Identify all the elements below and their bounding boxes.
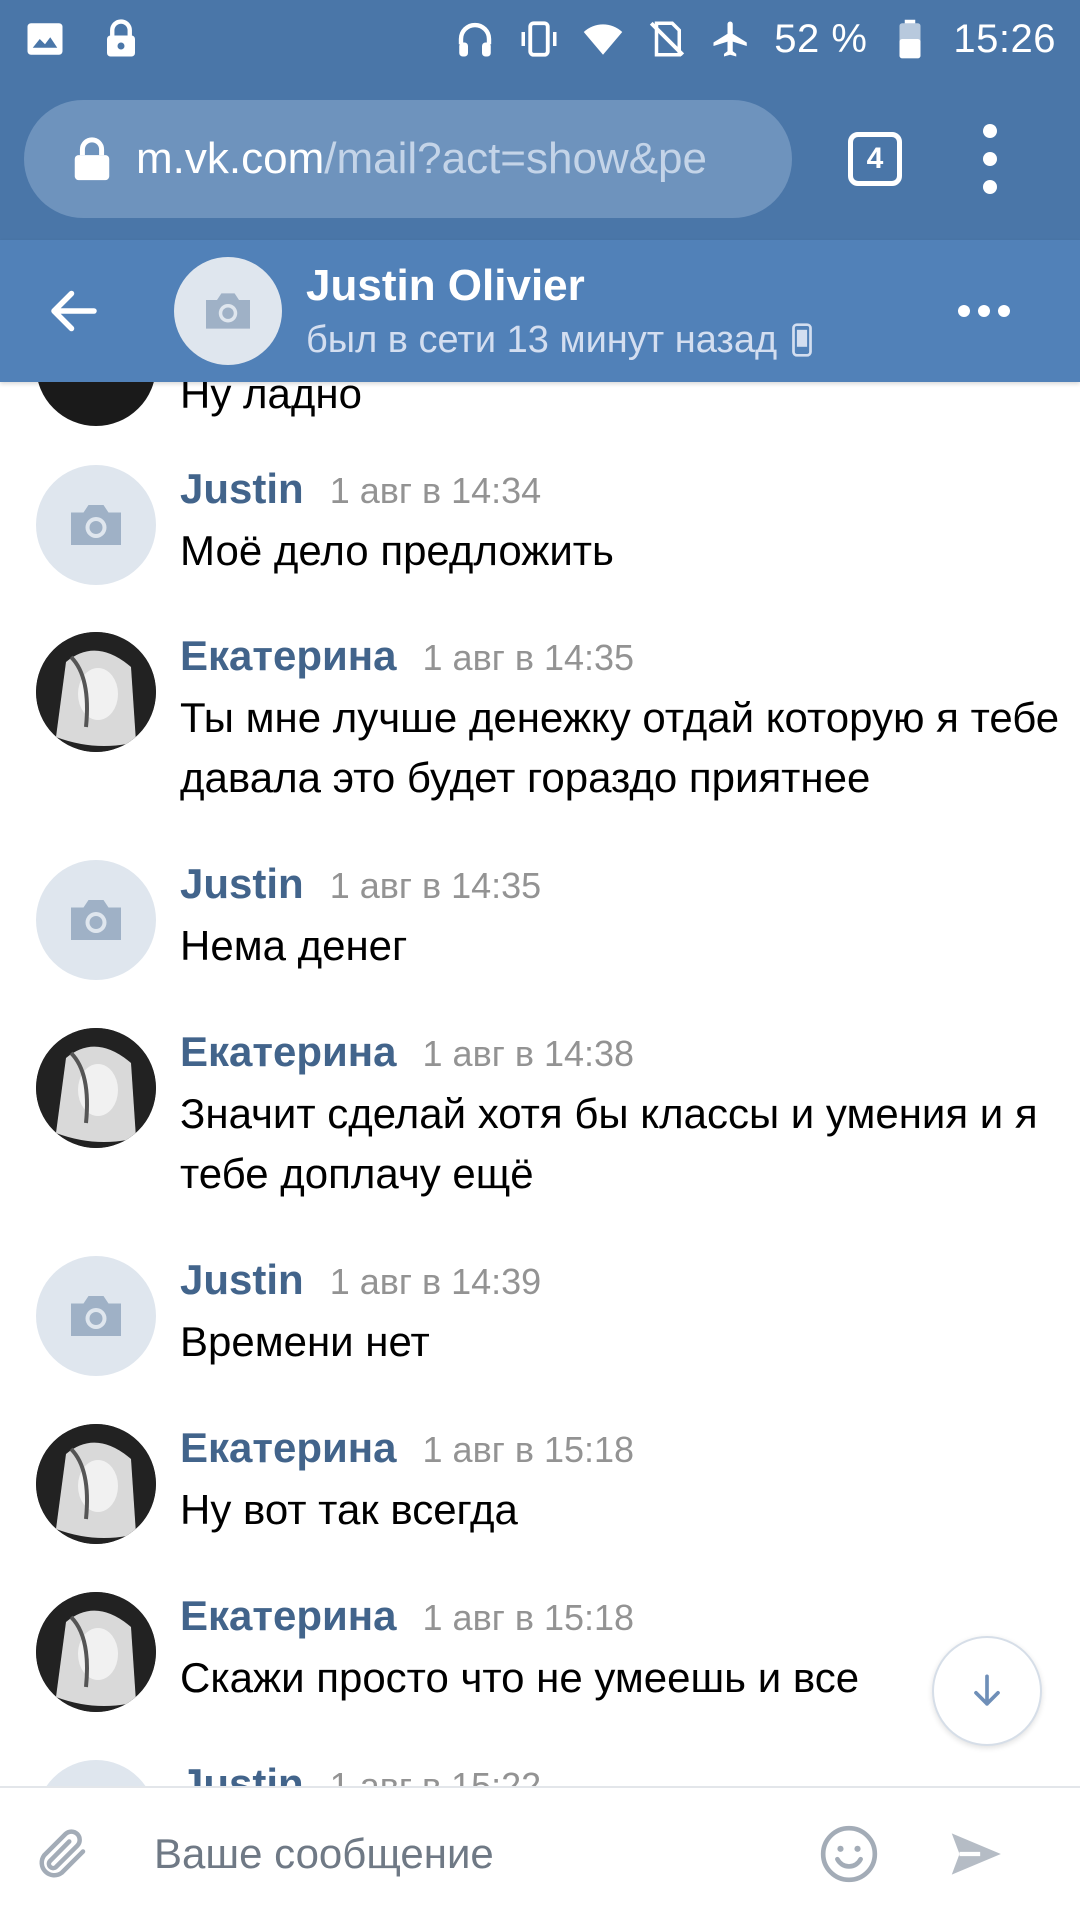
message-author[interactable]: Justin [180, 1760, 304, 1786]
airplane-icon [710, 18, 752, 60]
message-author[interactable]: Justin [180, 860, 304, 908]
message-time: 1 авг в 14:34 [329, 470, 542, 511]
message-time: 1 авг в 14:38 [422, 1033, 635, 1074]
wifi-icon [582, 18, 624, 60]
emoji-button[interactable] [816, 1821, 882, 1887]
message-author[interactable]: Екатерина [180, 1592, 397, 1640]
message-text: Моё дело предложить [180, 527, 614, 574]
browser-toolbar: m.vk.com /mail?act=show&pe 4 [0, 78, 1080, 240]
contact-avatar[interactable] [174, 257, 282, 365]
avatar[interactable] [36, 1256, 156, 1376]
message-author[interactable]: Екатерина [180, 1028, 397, 1076]
message-time: 1 авг в 15:22 [329, 1765, 542, 1786]
contact-info[interactable]: Justin Olivier был в сети 13 минут назад [306, 261, 813, 362]
smiley-icon [820, 1825, 878, 1883]
tab-switcher-button[interactable]: 4 [848, 132, 902, 186]
message-text: Нема денег [180, 922, 408, 969]
avatar[interactable] [36, 465, 156, 585]
scroll-to-bottom-button[interactable] [932, 1636, 1042, 1746]
chat-options-button[interactable] [958, 305, 1010, 317]
mobile-icon [792, 323, 813, 357]
message-author[interactable]: Justin [180, 465, 304, 513]
arrow-down-icon [974, 1674, 1000, 1706]
secure-lock-icon [74, 137, 110, 181]
dot-icon [978, 305, 990, 317]
message-list[interactable]: Ну ладно Justin 1 авг в 14:34 Моё дело пр… [0, 382, 1080, 1786]
avatar[interactable] [36, 1424, 156, 1544]
contact-name: Justin Olivier [306, 260, 585, 310]
avatar[interactable] [36, 1592, 156, 1712]
last-seen-text: был в сети 13 минут назад [306, 318, 778, 361]
camera-icon [71, 1296, 121, 1336]
dot-icon [983, 152, 997, 166]
avatar[interactable] [36, 382, 156, 426]
camera-icon [71, 505, 121, 545]
avatar[interactable] [36, 1028, 156, 1148]
message-time: 1 авг в 15:18 [422, 1597, 635, 1638]
battery-percent: 52 % [774, 16, 868, 61]
user-photo-icon [36, 632, 156, 752]
camera-icon [71, 900, 121, 940]
chat-header: Justin Olivier был в сети 13 минут назад [0, 240, 1080, 382]
message-time: 1 авг в 14:39 [329, 1261, 542, 1302]
message-time: 1 авг в 14:35 [422, 637, 635, 678]
message-author[interactable]: Екатерина [180, 1424, 397, 1472]
avatar[interactable] [36, 1760, 156, 1786]
message-author[interactable]: Justin [180, 1256, 304, 1304]
headphones-icon [454, 18, 496, 60]
message-time: 1 авг в 14:35 [329, 865, 542, 906]
battery-icon [889, 18, 931, 60]
send-button[interactable] [942, 1821, 1008, 1887]
status-bar: 52 % 15:26 [0, 0, 1080, 78]
camera-icon [206, 293, 250, 329]
message-text: Ну ладно [180, 382, 362, 417]
no-sim-icon [646, 18, 688, 60]
message-text: Значит сделай хотя бы классы и умения и … [180, 1090, 1038, 1197]
dot-icon [983, 124, 997, 138]
message-text: Ты мне лучше денежку отдай которую я теб… [180, 694, 1060, 801]
message-author[interactable]: Екатерина [180, 632, 397, 680]
message-time: 1 авг в 15:18 [422, 1429, 635, 1470]
browser-menu-button[interactable] [980, 124, 1000, 194]
user-photo-icon [36, 1592, 156, 1712]
dot-icon [958, 305, 970, 317]
send-icon [951, 1833, 1001, 1875]
back-arrow-icon[interactable] [44, 281, 104, 341]
clock: 15:26 [953, 16, 1056, 61]
dot-icon [983, 180, 997, 194]
dot-icon [998, 305, 1010, 317]
user-photo-icon [36, 1424, 156, 1544]
user-photo-icon [36, 1028, 156, 1148]
message-input[interactable] [154, 1814, 804, 1894]
message-text: Времени нет [180, 1318, 430, 1365]
lock-icon [100, 18, 142, 60]
vibrate-icon [518, 18, 560, 60]
image-icon [24, 18, 66, 60]
paperclip-icon [39, 1829, 86, 1878]
contact-status: был в сети 13 минут назад [306, 319, 813, 362]
attach-button[interactable] [30, 1821, 96, 1887]
message-text: Скажи просто что не умеешь и все [180, 1654, 860, 1701]
url-path: /mail?act=show&pe [324, 134, 707, 183]
avatar[interactable] [36, 860, 156, 980]
address-bar[interactable]: m.vk.com /mail?act=show&pe [24, 100, 792, 218]
url-domain: m.vk.com [136, 134, 325, 183]
avatar[interactable] [36, 632, 156, 752]
message-composer [0, 1786, 1080, 1920]
message-text: Ну вот так всегда [180, 1486, 518, 1533]
